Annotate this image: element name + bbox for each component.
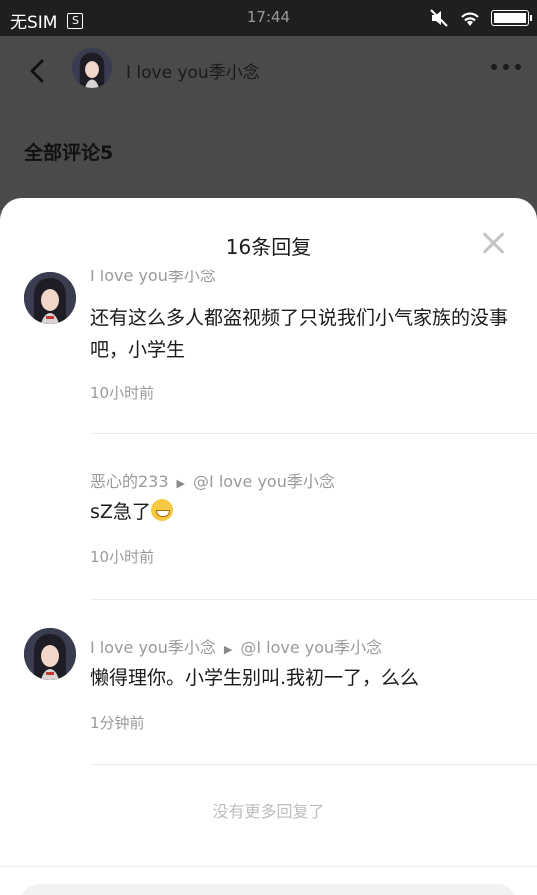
divider bbox=[90, 599, 537, 600]
reply-author[interactable]: I love you季小念 bbox=[90, 270, 216, 286]
reply-input[interactable] bbox=[20, 884, 517, 895]
battery-fill bbox=[494, 13, 526, 23]
reply-arrow-icon: ▶ bbox=[176, 477, 186, 490]
battery-icon bbox=[491, 10, 532, 26]
close-icon[interactable] bbox=[481, 231, 505, 255]
page-header: I love you季小念 bbox=[0, 36, 537, 106]
reply-time: 10小时前 bbox=[90, 548, 155, 566]
divider bbox=[0, 866, 537, 867]
back-arrow-icon[interactable] bbox=[24, 56, 54, 86]
avatar-image bbox=[24, 272, 76, 324]
avatar-image bbox=[72, 48, 112, 88]
reply-meta: 恶心的233 ▶ @I love you季小念 bbox=[90, 468, 335, 492]
reply-author[interactable]: I love you季小念 bbox=[90, 638, 216, 657]
all-comments-label: 全部评论5 bbox=[24, 142, 114, 164]
reply-arrow-icon: ▶ bbox=[223, 643, 233, 656]
more-options-icon[interactable] bbox=[491, 64, 521, 70]
status-bar: 无SIM S 17:44 bbox=[0, 0, 537, 36]
sheet-title: 16条回复 bbox=[225, 235, 312, 259]
avatar[interactable] bbox=[24, 272, 76, 324]
reply-time: 10小时前 bbox=[90, 384, 155, 402]
divider bbox=[90, 433, 537, 434]
reply-author[interactable]: 恶心的233 bbox=[90, 472, 169, 491]
avatar-image bbox=[24, 628, 76, 680]
grinning-face-icon bbox=[150, 499, 173, 521]
no-more-replies-label: 没有更多回复了 bbox=[212, 802, 325, 821]
avatar[interactable] bbox=[72, 48, 112, 88]
header-username[interactable]: I love you季小念 bbox=[126, 58, 260, 83]
reply-meta: I love you季小念 ▶ @I love you季小念 bbox=[90, 634, 382, 658]
divider bbox=[90, 764, 537, 765]
reply-target[interactable]: @I love you季小念 bbox=[193, 472, 335, 491]
reply-target[interactable]: @I love you季小念 bbox=[240, 638, 382, 657]
reply-text: sZ急了 bbox=[90, 501, 151, 523]
reply-time: 1分钟前 bbox=[90, 714, 145, 732]
reply-text: 还有这么多人都盗视频了只说我们小气家族的没事吧，小学生 bbox=[90, 307, 509, 361]
wifi-icon bbox=[461, 12, 479, 26]
reply-content: sZ急了 bbox=[90, 496, 520, 528]
replies-sheet: 16条回复 I love you季小念 还有这么多人都盗视频了只说我们小气家族的… bbox=[0, 198, 537, 895]
mute-icon bbox=[430, 9, 448, 27]
reply-text: 懒得理你。小学生别叫.我初一了，么么 bbox=[90, 667, 420, 689]
reply-list[interactable]: I love you季小念 还有这么多人都盗视频了只说我们小气家族的没事吧，小学… bbox=[0, 270, 537, 870]
avatar[interactable] bbox=[24, 628, 76, 680]
